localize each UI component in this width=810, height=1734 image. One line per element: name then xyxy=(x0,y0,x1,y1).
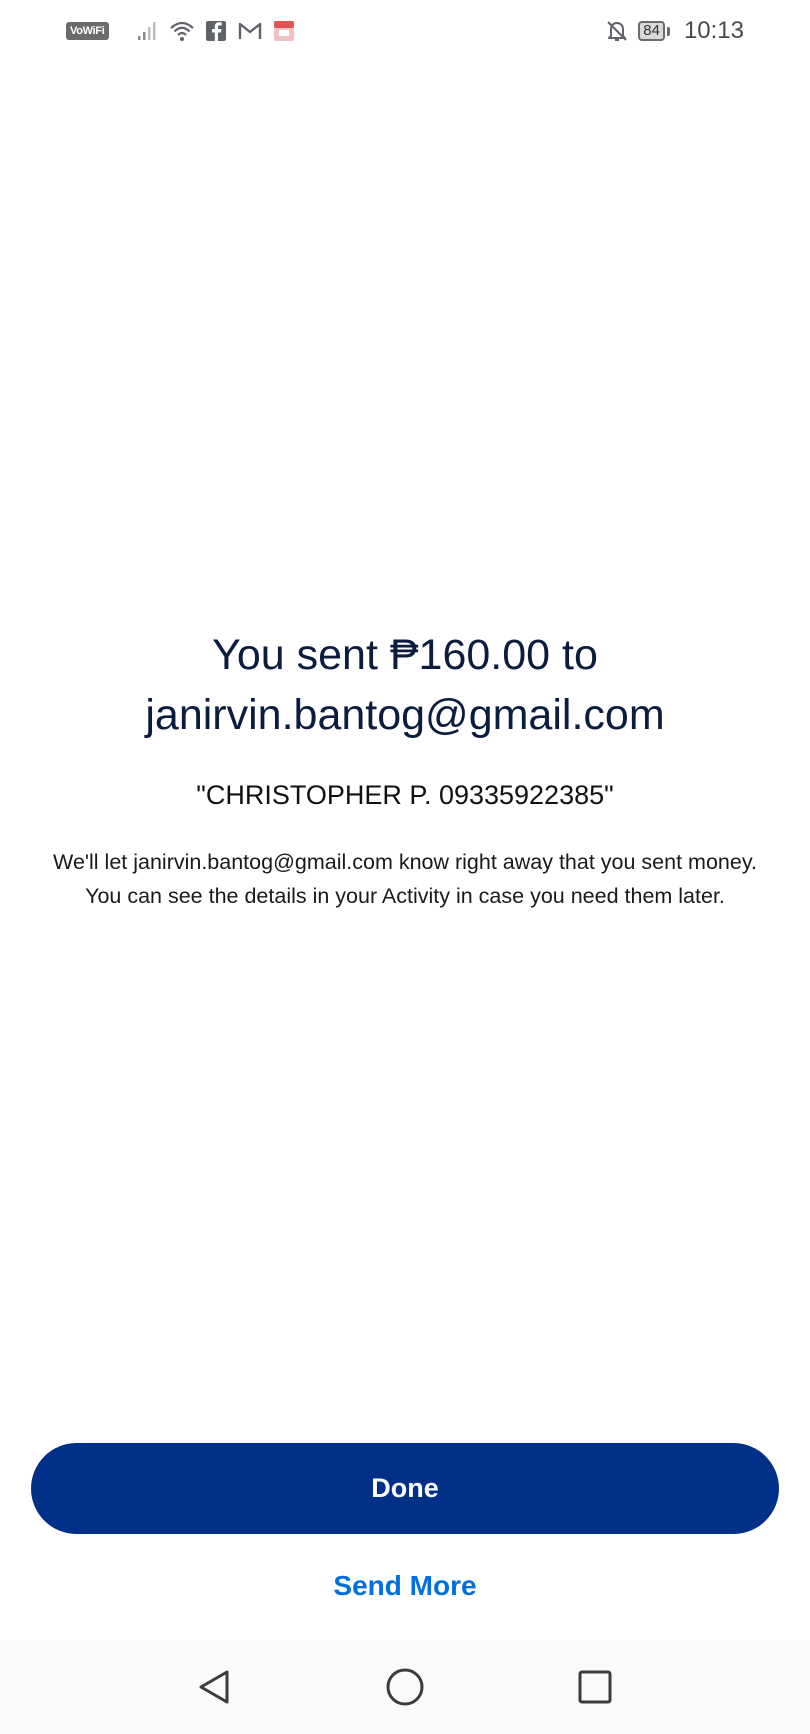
recents-button[interactable] xyxy=(565,1657,625,1717)
status-bar: VoWiFi 84 10:13 xyxy=(0,0,810,62)
signal-icon xyxy=(137,22,156,40)
confirmation-description: We'll let janirvin.bantog@gmail.com know… xyxy=(53,850,757,908)
gmail-icon xyxy=(238,22,261,39)
status-left: VoWiFi xyxy=(66,18,297,44)
send-more-link[interactable]: Send More xyxy=(0,1570,810,1602)
home-icon xyxy=(386,1668,424,1706)
status-right: 84 10:13 xyxy=(604,17,744,45)
vowifi-badge: VoWiFi xyxy=(66,22,109,40)
back-button[interactable] xyxy=(185,1657,245,1717)
done-button[interactable]: Done xyxy=(31,1443,779,1534)
app-icon xyxy=(273,21,294,41)
battery-icon: 84 xyxy=(638,21,670,41)
home-button[interactable] xyxy=(375,1657,435,1717)
headline-amount-line: You sent ₱160.00 to xyxy=(212,631,598,679)
navigation-bar xyxy=(0,1640,810,1734)
battery-level: 84 xyxy=(638,21,665,41)
back-icon xyxy=(199,1670,229,1704)
facebook-icon xyxy=(205,21,226,41)
battery-tip xyxy=(666,26,670,36)
confirmation-content: You sent ₱160.00 to janirvin.bantog@gmai… xyxy=(40,625,770,913)
bell-off-icon xyxy=(607,21,627,41)
clock: 10:13 xyxy=(683,17,744,44)
payment-note: "CHRISTOPHER P. 09335922385" xyxy=(196,780,614,810)
headline-recipient-line: janirvin.bantog@gmail.com xyxy=(145,691,665,739)
recents-icon xyxy=(578,1670,612,1704)
wifi-icon xyxy=(169,21,194,41)
confirmation-headline: You sent ₱160.00 to janirvin.bantog@gmai… xyxy=(40,625,770,745)
